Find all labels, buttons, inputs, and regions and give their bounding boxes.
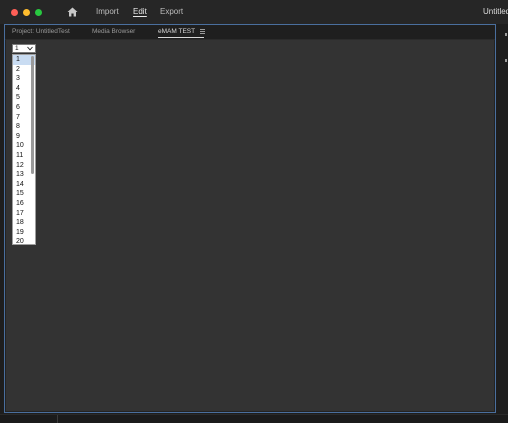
minimize-window-button[interactable] bbox=[23, 9, 30, 16]
nav-edit[interactable]: Edit bbox=[133, 7, 147, 17]
dropdown-option[interactable]: 15 bbox=[13, 189, 35, 199]
tab-project[interactable]: Project: UntitledTest bbox=[12, 28, 70, 36]
dropdown-scrollbar[interactable] bbox=[31, 56, 34, 174]
dropdown-option[interactable]: 19 bbox=[13, 228, 35, 238]
dropdown-option[interactable]: 16 bbox=[13, 199, 35, 209]
home-icon[interactable] bbox=[67, 7, 78, 17]
dropdown-option[interactable]: 14 bbox=[13, 180, 35, 190]
zoom-window-button[interactable] bbox=[35, 9, 42, 16]
panel: Project: UntitledTest Media Browser eMAM… bbox=[4, 24, 496, 413]
chevron-down-icon bbox=[27, 46, 33, 51]
panel-content: 1 1 2 3 4 5 6 7 8 9 10 11 12 13 14 15 16 17 18 19 20 bbox=[6, 40, 494, 411]
nav-export[interactable]: Export bbox=[160, 7, 183, 17]
title-bar: Import Edit Export Untitled bbox=[0, 0, 508, 24]
right-panel-edge bbox=[498, 24, 508, 413]
rail-marker bbox=[505, 33, 507, 36]
document-title: Untitled bbox=[483, 7, 508, 16]
dropdown-option[interactable]: 17 bbox=[13, 209, 35, 219]
tab-emam-test[interactable]: eMAM TEST bbox=[158, 28, 195, 36]
close-window-button[interactable] bbox=[11, 9, 18, 16]
select-value: 1 bbox=[15, 45, 19, 52]
dropdown-option[interactable]: 20 bbox=[13, 237, 35, 244]
dropdown-option[interactable]: 18 bbox=[13, 218, 35, 228]
panel-menu-icon[interactable] bbox=[200, 29, 205, 34]
panel-tab-bar: Project: UntitledTest Media Browser eMAM… bbox=[5, 25, 495, 40]
active-tab-indicator bbox=[158, 37, 204, 38]
tab-media-browser[interactable]: Media Browser bbox=[92, 28, 135, 36]
page-select[interactable]: 1 bbox=[12, 44, 36, 53]
rail-marker bbox=[505, 59, 507, 62]
nav-import[interactable]: Import bbox=[96, 7, 119, 17]
dropdown-list[interactable]: 1 2 3 4 5 6 7 8 9 10 11 12 13 14 15 16 17 18 19 20 bbox=[12, 54, 36, 245]
